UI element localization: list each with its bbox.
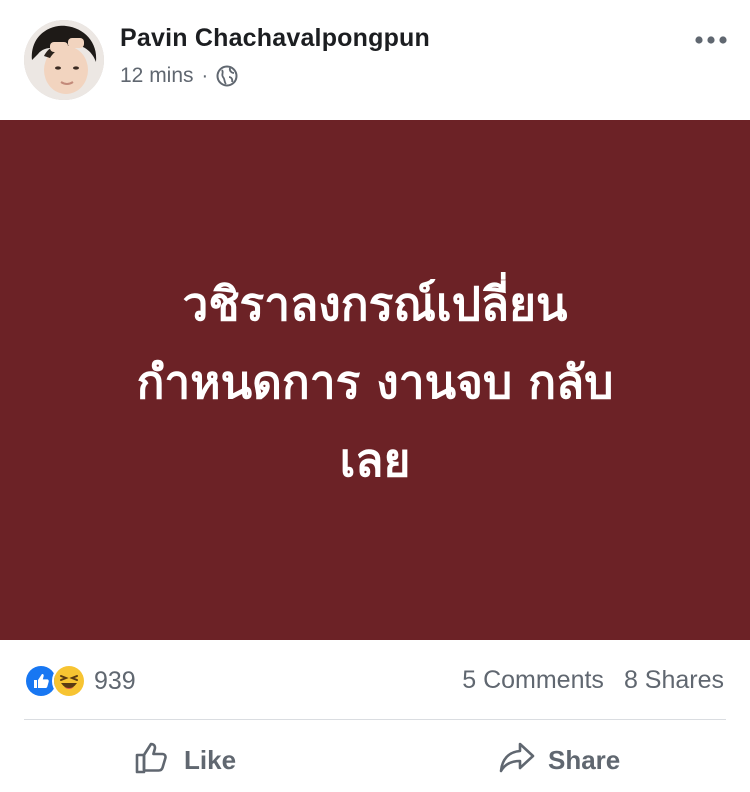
globe-icon[interactable]	[216, 65, 238, 87]
meta-separator: ·	[201, 65, 209, 87]
shares-count[interactable]: 8 Shares	[624, 666, 724, 695]
thumbs-up-icon	[134, 738, 172, 783]
share-arrow-icon	[498, 738, 536, 783]
reaction-count: 939	[94, 666, 136, 695]
share-button[interactable]: Share	[498, 738, 620, 783]
post-time[interactable]: 12 mins	[120, 64, 194, 88]
like-label: Like	[184, 745, 237, 775]
post-text: วชิราลงกรณ์เปลี่ยน กำหนดการ งานจบ กลับ เ…	[55, 265, 695, 499]
post-header: Pavin Chachavalpongpun 12 mins ·	[0, 0, 750, 120]
reactions-summary[interactable]: 939	[24, 664, 136, 698]
more-options-icon[interactable]	[694, 30, 728, 50]
like-button[interactable]: Like	[134, 738, 236, 783]
author-name[interactable]: Pavin Chachavalpongpun	[120, 24, 430, 53]
haha-reaction-icon	[52, 664, 86, 698]
avatar[interactable]	[24, 20, 104, 100]
post-stats: 939 5 Comments 8 Shares	[0, 640, 750, 720]
engagement-counts: 5 Comments 8 Shares	[462, 666, 724, 695]
post-text-line: วชิราลงกรณ์เปลี่ยน	[182, 277, 568, 331]
post-text-card: วชิราลงกรณ์เปลี่ยน กำหนดการ งานจบ กลับ เ…	[0, 120, 750, 640]
post-meta: 12 mins ·	[120, 64, 238, 88]
post-actions: Like Share	[0, 720, 750, 792]
post-text-line: กำหนดการ งานจบ กลับ	[136, 355, 614, 409]
comments-count[interactable]: 5 Comments	[462, 666, 604, 695]
share-label: Share	[548, 745, 621, 775]
post-text-line: เลย	[339, 433, 411, 487]
